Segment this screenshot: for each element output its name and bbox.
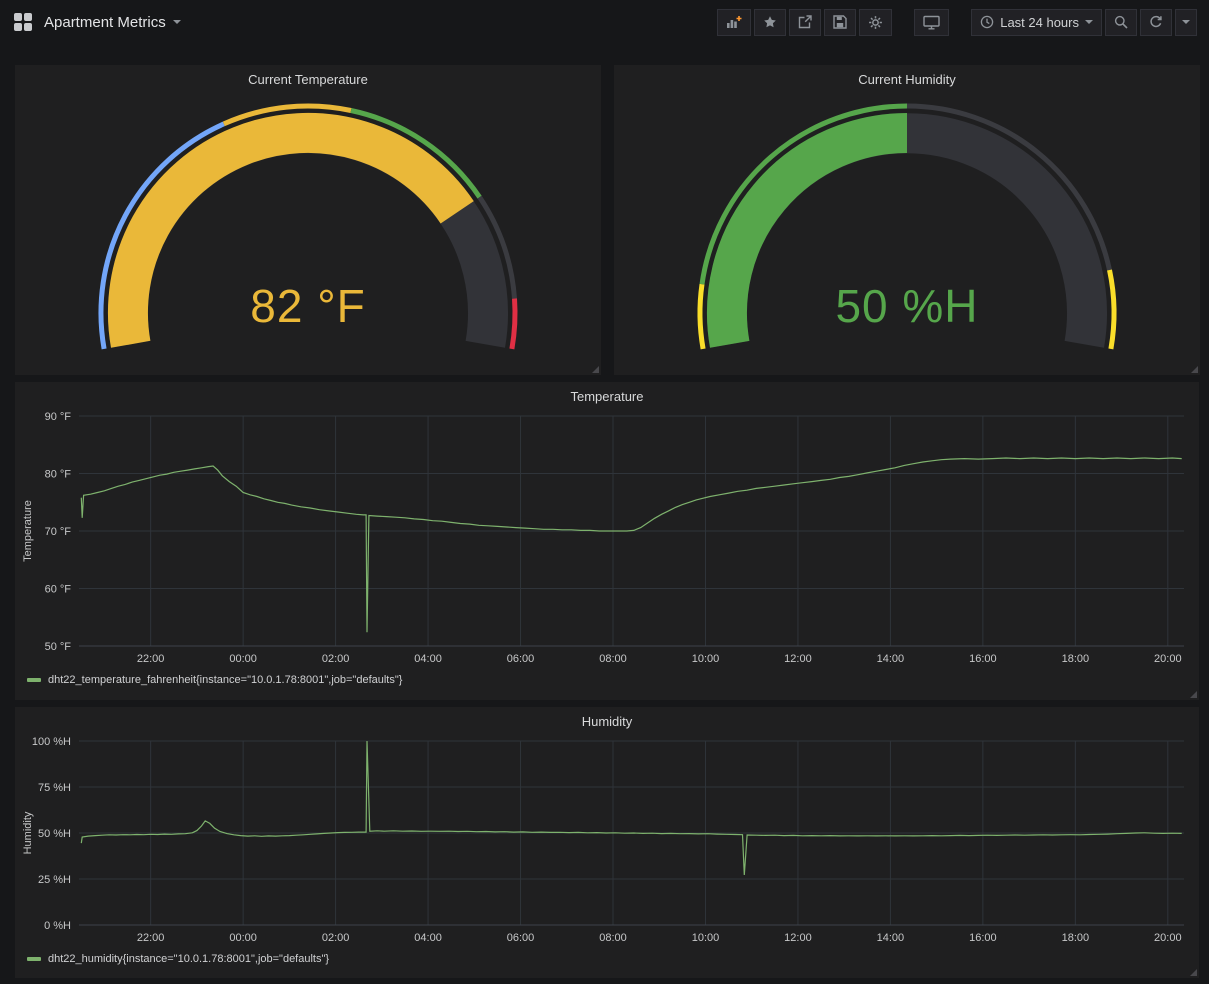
- cycle-view-button[interactable]: [914, 8, 950, 36]
- temperature-chart[interactable]: 22:00 00:00 02:00 04:00 06:00 08:00 10:00 12:00…: [17, 408, 1197, 670]
- share-dashboard-button[interactable]: [789, 8, 822, 36]
- svg-text:14:00: 14:00: [877, 653, 905, 665]
- panel-temperature-graph: Temperature 22:00 00:00 02:00 04:00 06:00 08:…: [15, 382, 1199, 700]
- svg-text:08:00: 08:00: [599, 932, 627, 944]
- svg-text:100 %H: 100 %H: [32, 736, 71, 748]
- humidity-chart[interactable]: 22:00 00:00 02:00 04:00 06:00 08:00 10:00 12:00…: [17, 733, 1197, 949]
- svg-text:12:00: 12:00: [784, 653, 812, 665]
- panel-current-humidity: Current Humidity 50 %H: [614, 65, 1200, 375]
- gear-icon: [869, 15, 883, 29]
- legend-item[interactable]: dht22_temperature_fahrenheit{instance="1…: [15, 670, 1199, 686]
- panel-current-temperature: Current Temperature 82 °F: [15, 65, 601, 375]
- refresh-interval-dropdown[interactable]: [1175, 8, 1197, 36]
- svg-text:16:00: 16:00: [969, 653, 997, 665]
- magnifier-icon: [1114, 15, 1128, 29]
- monitor-icon: [923, 15, 940, 29]
- dashboard-action-buttons: [717, 8, 893, 36]
- panel-resize-handle[interactable]: [1190, 969, 1197, 976]
- zoom-out-button[interactable]: [1105, 8, 1137, 36]
- svg-text:06:00: 06:00: [507, 653, 535, 665]
- panel-title[interactable]: Current Temperature: [15, 65, 601, 91]
- save-dashboard-button[interactable]: [824, 8, 857, 36]
- grafana-menu-icon[interactable]: [14, 13, 32, 31]
- svg-text:80 °F: 80 °F: [45, 469, 72, 481]
- clock-icon: [980, 15, 994, 29]
- svg-text:10:00: 10:00: [692, 653, 720, 665]
- svg-text:12:00: 12:00: [784, 932, 812, 944]
- dashboard-title-dropdown[interactable]: Apartment Metrics: [44, 14, 181, 31]
- svg-text:0 %H: 0 %H: [44, 920, 71, 932]
- refresh-icon: [1150, 15, 1162, 28]
- star-icon: [764, 16, 777, 28]
- time-range-picker[interactable]: Last 24 hours: [971, 8, 1102, 36]
- svg-text:Temperature: Temperature: [22, 500, 34, 562]
- svg-text:50 °F: 50 °F: [45, 641, 72, 653]
- page-title: Apartment Metrics: [44, 13, 166, 31]
- humidity-gauge: [697, 103, 1117, 350]
- svg-text:90 °F: 90 °F: [45, 411, 72, 423]
- panel-resize-handle[interactable]: [1191, 366, 1198, 373]
- svg-text:22:00: 22:00: [137, 653, 165, 665]
- chevron-down-icon: [172, 20, 181, 24]
- svg-text:18:00: 18:00: [1062, 932, 1090, 944]
- time-controls: Last 24 hours: [971, 8, 1197, 36]
- svg-text:Humidity: Humidity: [22, 811, 34, 854]
- svg-text:00:00: 00:00: [229, 932, 257, 944]
- svg-text:22:00: 22:00: [137, 932, 165, 944]
- svg-text:75 %H: 75 %H: [38, 782, 71, 794]
- time-range-label: Last 24 hours: [1000, 14, 1079, 30]
- panel-resize-handle[interactable]: [1190, 691, 1197, 698]
- add-panel-icon: [727, 16, 742, 28]
- svg-text:18:00: 18:00: [1062, 653, 1090, 665]
- legend-item[interactable]: dht22_humidity{instance="10.0.1.78:8001"…: [15, 949, 1199, 965]
- add-panel-button[interactable]: [717, 8, 752, 36]
- svg-text:14:00: 14:00: [877, 932, 905, 944]
- share-icon: [799, 15, 812, 29]
- dashboard: Current Temperature 82 °F Current Humidi…: [0, 44, 1209, 978]
- legend-label: dht22_temperature_fahrenheit{instance="1…: [48, 674, 403, 686]
- svg-text:04:00: 04:00: [414, 932, 442, 944]
- svg-text:70 °F: 70 °F: [45, 526, 72, 538]
- save-icon: [833, 15, 847, 29]
- legend-label: dht22_humidity{instance="10.0.1.78:8001"…: [48, 953, 330, 965]
- svg-text:50 %H: 50 %H: [38, 828, 71, 840]
- panel-title[interactable]: Temperature: [15, 382, 1199, 408]
- panel-title[interactable]: Current Humidity: [614, 65, 1200, 91]
- dashboard-settings-button[interactable]: [859, 8, 893, 36]
- svg-text:10:00: 10:00: [692, 932, 720, 944]
- series-color-swatch: [27, 957, 41, 961]
- svg-text:20:00: 20:00: [1154, 932, 1182, 944]
- chevron-down-icon: [1085, 20, 1093, 24]
- chevron-down-icon: [1182, 20, 1190, 24]
- panel-title[interactable]: Humidity: [15, 707, 1199, 733]
- navbar: Apartment Metrics Last 24 hours: [0, 0, 1209, 44]
- svg-text:04:00: 04:00: [414, 653, 442, 665]
- panel-resize-handle[interactable]: [592, 366, 599, 373]
- temperature-gauge: [98, 103, 518, 350]
- svg-text:16:00: 16:00: [969, 932, 997, 944]
- svg-text:60 °F: 60 °F: [45, 584, 72, 596]
- refresh-button[interactable]: [1140, 8, 1172, 36]
- svg-text:20:00: 20:00: [1154, 653, 1182, 665]
- navbar-actions: Last 24 hours: [717, 8, 1197, 36]
- gauge-row: Current Temperature 82 °F Current Humidi…: [15, 65, 1200, 375]
- svg-text:08:00: 08:00: [599, 653, 627, 665]
- svg-text:00:00: 00:00: [229, 653, 257, 665]
- svg-text:25 %H: 25 %H: [38, 874, 71, 886]
- star-dashboard-button[interactable]: [754, 8, 787, 36]
- panel-humidity-graph: Humidity 22:00 00:00 02:00 04:00 06:00 08:00 1…: [15, 707, 1199, 978]
- svg-text:02:00: 02:00: [322, 932, 350, 944]
- svg-text:06:00: 06:00: [507, 932, 535, 944]
- series-color-swatch: [27, 678, 41, 682]
- svg-text:02:00: 02:00: [322, 653, 350, 665]
